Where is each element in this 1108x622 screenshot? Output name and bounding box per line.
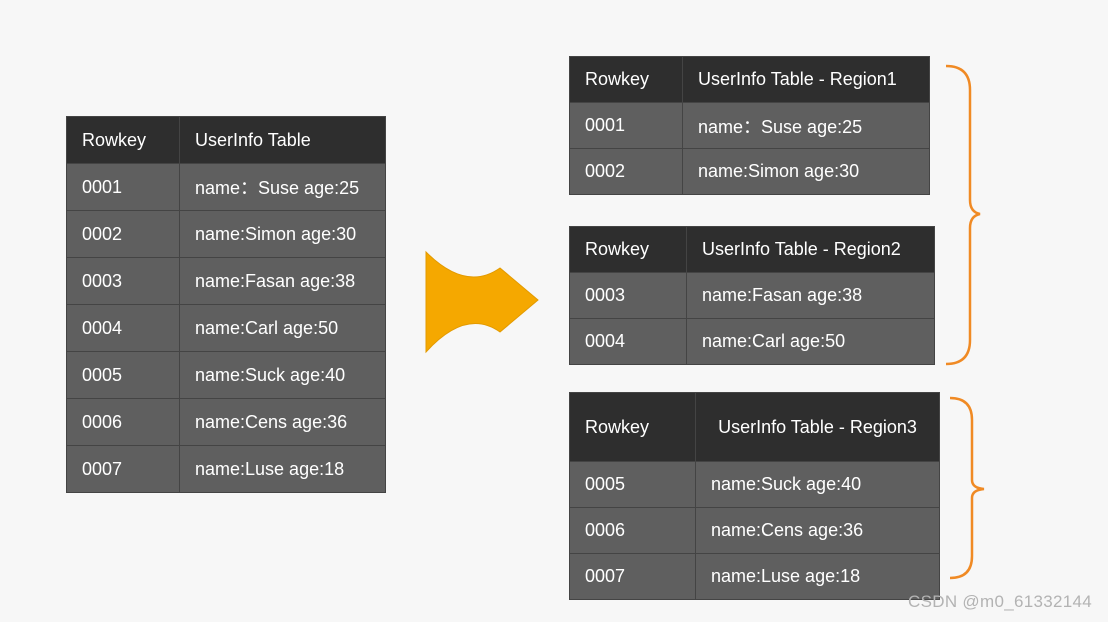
value-cell: name:Luse age:18 [695,553,940,600]
table-row: 0004 name:Carl age:50 [569,318,935,365]
rowkey-header: Rowkey [569,392,696,462]
rowkey-header: Rowkey [66,116,180,164]
split-arrow-icon [425,250,539,354]
rowkey-cell: 0004 [66,304,180,352]
table-row: 0001 name：Suse age:25 [66,163,386,211]
region2-table: Rowkey UserInfo Table - Region2 0003 nam… [569,226,935,365]
table-header-row: Rowkey UserInfo Table - Region1 [569,56,930,103]
table-row: 0003 name:Fasan age:38 [569,272,935,319]
table-row: 0003 name:Fasan age:38 [66,257,386,305]
value-cell: name:Fasan age:38 [686,272,935,319]
rowkey-cell: 0007 [66,445,180,493]
rowkey-cell: 0002 [569,148,683,195]
rowkey-cell: 0005 [569,461,696,508]
value-cell: name:Cens age:36 [695,507,940,554]
value-cell: name:Luse age:18 [179,445,386,493]
value-cell: name:Carl age:50 [179,304,386,352]
rowkey-cell: 0007 [569,553,696,600]
table-title-header: UserInfo Table - Region1 [682,56,930,103]
table-row: 0002 name:Simon age:30 [66,210,386,258]
table-row: 0004 name:Carl age:50 [66,304,386,352]
value-cell: name:Simon age:30 [682,148,930,195]
table-title-header: UserInfo Table - Region3 [695,392,940,462]
table-title-header: UserInfo Table - Region2 [686,226,935,273]
rowkey-header: Rowkey [569,226,687,273]
rowkey-cell: 0006 [66,398,180,446]
rowkey-cell: 0006 [569,507,696,554]
rowkey-cell: 0003 [66,257,180,305]
rowkey-cell: 0002 [66,210,180,258]
table-row: 0007 name:Luse age:18 [569,553,940,600]
value-cell: name:Fasan age:38 [179,257,386,305]
table-row: 0001 name：Suse age:25 [569,102,930,149]
table-row: 0002 name:Simon age:30 [569,148,930,195]
table-row: 0005 name:Suck age:40 [66,351,386,399]
rowkey-cell: 0003 [569,272,687,319]
value-cell: name:Simon age:30 [179,210,386,258]
table-title-header: UserInfo Table [179,116,386,164]
table-header-row: Rowkey UserInfo Table - Region3 [569,392,940,462]
rowkey-cell: 0005 [66,351,180,399]
table-row: 0005 name:Suck age:40 [569,461,940,508]
source-table: Rowkey UserInfo Table 0001 name：Suse age… [66,116,386,493]
region1-table: Rowkey UserInfo Table - Region1 0001 nam… [569,56,930,195]
watermark: CSDN @m0_61332144 [908,592,1092,611]
brace-region-3 [949,396,985,580]
table-row: 0006 name:Cens age:36 [66,398,386,446]
rowkey-cell: 0004 [569,318,687,365]
table-row: 0006 name:Cens age:36 [569,507,940,554]
value-cell: name:Suck age:40 [695,461,940,508]
value-cell: name:Suck age:40 [179,351,386,399]
value-cell: name:Cens age:36 [179,398,386,446]
rowkey-cell: 0001 [569,102,683,149]
value-cell: name：Suse age:25 [682,102,930,149]
brace-regions-1-2 [945,64,981,366]
rowkey-cell: 0001 [66,163,180,211]
table-header-row: Rowkey UserInfo Table - Region2 [569,226,935,273]
rowkey-header: Rowkey [569,56,683,103]
table-row: 0007 name:Luse age:18 [66,445,386,493]
value-cell: name:Carl age:50 [686,318,935,365]
value-cell: name：Suse age:25 [179,163,386,211]
table-header-row: Rowkey UserInfo Table [66,116,386,164]
region3-table: Rowkey UserInfo Table - Region3 0005 nam… [569,392,940,600]
